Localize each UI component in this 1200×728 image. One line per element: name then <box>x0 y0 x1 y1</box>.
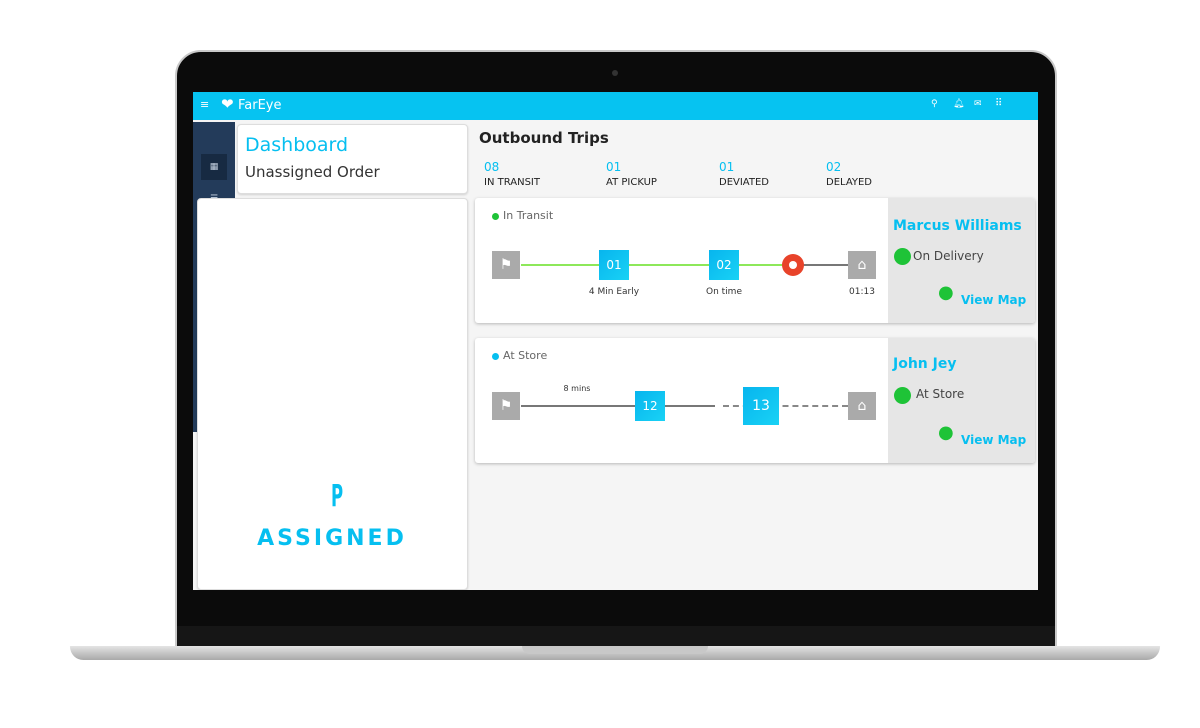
stat-value: 08 <box>484 160 500 174</box>
mail-icon[interactable]: ✉ <box>974 99 982 109</box>
view-map-link[interactable]: View Map <box>961 293 1026 307</box>
driver-status-dot-icon <box>894 387 911 404</box>
driver-panel: John Jey At Store ● View Map <box>888 338 1035 463</box>
progress-line <box>521 264 791 266</box>
dashboard-card: Dashboard Unassigned Order <box>237 124 468 194</box>
stop-node[interactable]: 13 <box>743 387 779 425</box>
trip-card[interactable]: At Store ⚑ 8 mins 12 13 ⌂ John Jey At St… <box>475 338 1035 463</box>
stat-in-transit[interactable]: 08 IN TRANSIT <box>484 160 540 188</box>
stat-value: 02 <box>826 160 842 174</box>
driver-name[interactable]: John Jey <box>893 356 956 372</box>
stop-node[interactable]: 01 <box>599 250 629 280</box>
status-dot-icon <box>492 353 499 360</box>
stop-node[interactable]: 12 <box>635 391 665 421</box>
driver-status: At Store <box>916 387 965 401</box>
camera <box>612 70 618 76</box>
stat-label: DEVIATED <box>719 177 769 188</box>
completed-line <box>521 405 715 407</box>
current-location-icon <box>782 254 804 276</box>
stop-node[interactable]: 02 <box>709 250 739 280</box>
home-icon: ⌂ <box>848 251 876 279</box>
segment-note: 8 mins <box>563 384 591 393</box>
page-subtitle[interactable]: Unassigned Order <box>245 163 380 181</box>
stat-label: AT PICKUP <box>606 177 657 188</box>
assigned-logo-icon: P <box>330 479 344 514</box>
trip-status: In Transit <box>503 209 554 222</box>
stat-label: DELAYED <box>826 177 873 188</box>
brand-name: FarEye <box>238 98 282 113</box>
stat-label: IN TRANSIT <box>484 177 540 188</box>
search-icon[interactable]: ⚲ <box>931 99 938 109</box>
outbound-title: Outbound Trips <box>479 129 609 147</box>
top-bar: ≡ ❤ FarEye ⚲ 🔔︎ ✉ ⠿ <box>193 92 1038 120</box>
fareye-logo-icon: ❤ <box>221 95 234 113</box>
start-flag-icon: ⚑ <box>492 251 520 279</box>
stat-value: 01 <box>719 160 735 174</box>
trip-card[interactable]: In Transit ⚑ 01 4 Min Early 02 On time ⌂… <box>475 198 1035 323</box>
laptop-notch <box>522 646 708 654</box>
stat-value: 01 <box>606 160 622 174</box>
laptop-chin <box>177 626 1055 648</box>
dashboard-icon[interactable]: ▦ <box>201 154 227 180</box>
driver-name[interactable]: Marcus Williams <box>893 218 1022 234</box>
apps-grid-icon[interactable]: ⠿ <box>995 98 1002 109</box>
view-map-link[interactable]: View Map <box>961 433 1026 447</box>
stat-deviated[interactable]: 01 DEVIATED <box>719 160 769 188</box>
page-title: Dashboard <box>245 134 349 156</box>
map-pin-icon: ● <box>938 282 954 303</box>
stop-note: 4 Min Early <box>588 287 640 297</box>
assigned-logo-text: ASSIGNED <box>257 526 407 551</box>
status-dot-icon <box>492 213 499 220</box>
home-icon: ⌂ <box>848 392 876 420</box>
stop-note: On time <box>706 287 742 297</box>
trip-status: At Store <box>503 349 548 362</box>
pending-line <box>723 405 848 407</box>
driver-panel: Marcus Williams On Delivery ● View Map <box>888 198 1035 323</box>
assigned-panel: P ASSIGNED <box>197 198 468 590</box>
driver-status-dot-icon <box>894 248 911 265</box>
menu-icon[interactable]: ≡ <box>200 98 209 111</box>
stat-delayed[interactable]: 02 DELAYED <box>826 160 872 188</box>
bell-icon[interactable]: 🔔︎ <box>953 99 964 109</box>
driver-status: On Delivery <box>913 249 984 263</box>
app-screen: ≡ ❤ FarEye ⚲ 🔔︎ ✉ ⠿ ▦ ☰ 👥︎ ▭ ⌂ ▤ 〰 Dashb… <box>193 92 1038 590</box>
start-flag-icon: ⚑ <box>492 392 520 420</box>
map-pin-icon: ● <box>938 422 954 443</box>
stat-at-pickup[interactable]: 01 AT PICKUP <box>606 160 657 188</box>
